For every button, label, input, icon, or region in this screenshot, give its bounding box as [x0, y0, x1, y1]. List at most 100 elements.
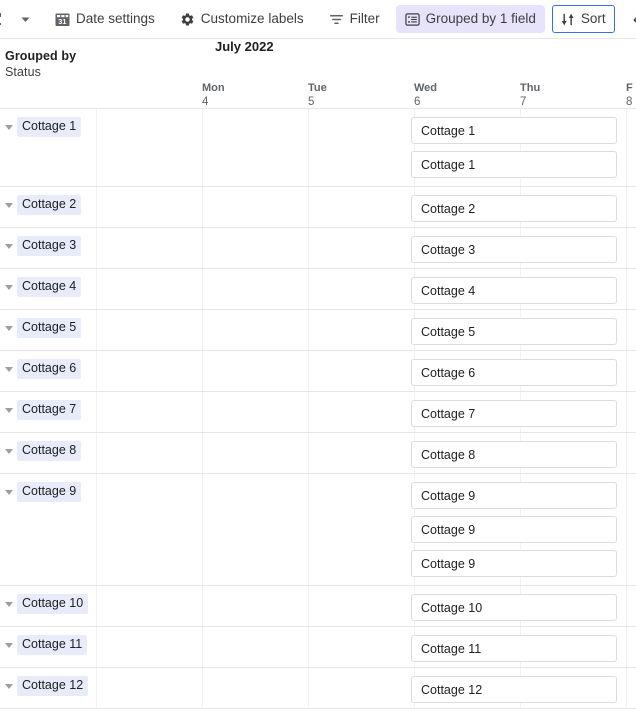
collapse-triangle-icon[interactable] [5, 601, 13, 607]
day-number: 4 [202, 96, 209, 108]
grouped-by-label: Grouped by 1 field [425, 11, 536, 27]
events-layer: Cottage 4 [0, 269, 636, 309]
group-label: Cottage 12 [17, 676, 89, 696]
group-label: Cottage 8 [17, 441, 82, 461]
group-row[interactable]: Cottage 3 Cottage 3 [0, 228, 636, 269]
group-row[interactable]: Cottage 9 Cottage 9 Cottage 9 Cottage 9 [0, 474, 636, 586]
day-number: 6 [414, 96, 421, 108]
group-row[interactable]: Cottage 4 Cottage 4 [0, 269, 636, 310]
events-layer: Cottage 9 Cottage 9 Cottage 9 [0, 474, 636, 585]
sort-button[interactable]: Sort [551, 5, 615, 33]
event-card[interactable]: Cottage 5 [411, 318, 617, 345]
day-header-mon[interactable]: Mon 4 [202, 81, 308, 109]
day-header-wed[interactable]: Wed 6 [414, 81, 520, 109]
group-label: Cottage 3 [17, 236, 82, 256]
group-label: Cottage 4 [17, 277, 82, 297]
group-row[interactable]: Cottage 12 Cottage 12 [0, 668, 636, 709]
event-card[interactable]: Cottage 10 [411, 594, 617, 621]
event-card[interactable]: Cottage 2 [411, 195, 617, 222]
group-label: Cottage 5 [17, 318, 82, 338]
view-switcher-button[interactable] [0, 11, 30, 27]
grouped-by-button[interactable]: Grouped by 1 field [395, 5, 545, 33]
event-card[interactable]: Cottage 1 [411, 151, 617, 178]
day-header-thu[interactable]: Thu 7 [520, 81, 626, 109]
group-header[interactable]: Cottage 9 [5, 482, 82, 502]
customize-labels-button[interactable]: Customize labels [171, 5, 313, 33]
group-header[interactable]: Cottage 2 [5, 195, 82, 215]
day-header-tue[interactable]: Tue 5 [308, 81, 414, 109]
sort-arrows-icon [561, 12, 575, 27]
collapse-triangle-icon[interactable] [5, 489, 13, 495]
events-layer: Cottage 8 [0, 433, 636, 473]
collapse-triangle-icon[interactable] [5, 202, 13, 208]
grouped-by-field-name: Status [5, 65, 42, 79]
group-row[interactable]: Cottage 8 Cottage 8 [0, 433, 636, 474]
date-settings-label: Date settings [76, 11, 155, 27]
group-header[interactable]: Cottage 7 [5, 400, 82, 420]
day-number: 5 [308, 96, 315, 108]
event-card[interactable]: Cottage 9 [411, 550, 617, 577]
date-settings-button[interactable]: 31 Date settings [46, 5, 164, 33]
collapse-triangle-icon[interactable] [5, 683, 13, 689]
group-row[interactable]: Cottage 1 Cottage 1 Cottage 1 [0, 109, 636, 187]
event-card[interactable]: Cottage 7 [411, 400, 617, 427]
day-name: Thu [520, 82, 541, 94]
event-card[interactable]: Cottage 8 [411, 441, 617, 468]
collapse-triangle-icon[interactable] [5, 642, 13, 648]
group-header[interactable]: Cottage 5 [5, 318, 82, 338]
color-button[interactable]: Color [622, 5, 636, 33]
filter-label: Filter [349, 11, 380, 27]
filter-button[interactable]: Filter [320, 5, 389, 33]
view-grid-icon [0, 11, 12, 27]
events-layer: Cottage 6 [0, 351, 636, 391]
group-row[interactable]: Cottage 7 Cottage 7 [0, 392, 636, 433]
group-header[interactable]: Cottage 8 [5, 441, 82, 461]
group-header[interactable]: Cottage 12 [5, 676, 89, 696]
group-row[interactable]: Cottage 11 Cottage 11 [0, 627, 636, 668]
chevron-down-icon [21, 15, 30, 24]
sort-label: Sort [580, 11, 606, 27]
events-layer: Cottage 5 [0, 310, 636, 350]
group-row[interactable]: Cottage 6 Cottage 6 [0, 351, 636, 392]
event-card[interactable]: Cottage 3 [411, 236, 617, 263]
event-card[interactable]: Cottage 1 [411, 117, 617, 144]
collapse-triangle-icon[interactable] [5, 407, 13, 413]
event-card[interactable]: Cottage 4 [411, 277, 617, 304]
events-layer: Cottage 2 [0, 187, 636, 227]
collapse-triangle-icon[interactable] [5, 325, 13, 331]
event-card[interactable]: Cottage 6 [411, 359, 617, 386]
group-header[interactable]: Cottage 11 [5, 635, 88, 655]
group-label: Cottage 6 [17, 359, 82, 379]
group-label: Cottage 1 [17, 117, 82, 137]
event-card[interactable]: Cottage 9 [411, 516, 617, 543]
day-name: Wed [414, 82, 438, 94]
collapse-triangle-icon[interactable] [5, 366, 13, 372]
group-row[interactable]: Cottage 5 Cottage 5 [0, 310, 636, 351]
day-number: 8 [626, 96, 633, 108]
group-header[interactable]: Cottage 10 [5, 594, 89, 614]
paint-bucket-icon [631, 12, 636, 27]
month-label: July 2022 [215, 39, 274, 54]
group-header[interactable]: Cottage 3 [5, 236, 82, 256]
events-layer: Cottage 10 [0, 586, 636, 626]
group-header[interactable]: Cottage 1 [5, 117, 82, 137]
event-card[interactable]: Cottage 9 [411, 482, 617, 509]
calendar-grid[interactable]: Cottage 1 Cottage 1 Cottage 1 Cottage 2 Cott… [0, 109, 636, 721]
day-header-f[interactable]: F8 [626, 81, 636, 109]
day-name: Mon [202, 82, 225, 94]
events-layer: Cottage 11 [0, 627, 636, 667]
event-card[interactable]: Cottage 11 [411, 635, 617, 662]
events-layer: Cottage 7 [0, 392, 636, 432]
event-card[interactable]: Cottage 12 [411, 676, 617, 703]
collapse-triangle-icon[interactable] [5, 243, 13, 249]
collapse-triangle-icon[interactable] [5, 124, 13, 130]
group-header[interactable]: Cottage 4 [5, 277, 82, 297]
toolbar: 31 Date settings Customize labels Filter [0, 0, 636, 39]
grouped-by-title: Grouped by [5, 49, 77, 63]
collapse-triangle-icon[interactable] [5, 284, 13, 290]
collapse-triangle-icon[interactable] [5, 448, 13, 454]
calendar-31-icon: 31 [55, 12, 70, 27]
group-header[interactable]: Cottage 6 [5, 359, 82, 379]
group-row[interactable]: Cottage 10 Cottage 10 [0, 586, 636, 627]
group-row[interactable]: Cottage 2 Cottage 2 [0, 187, 636, 228]
